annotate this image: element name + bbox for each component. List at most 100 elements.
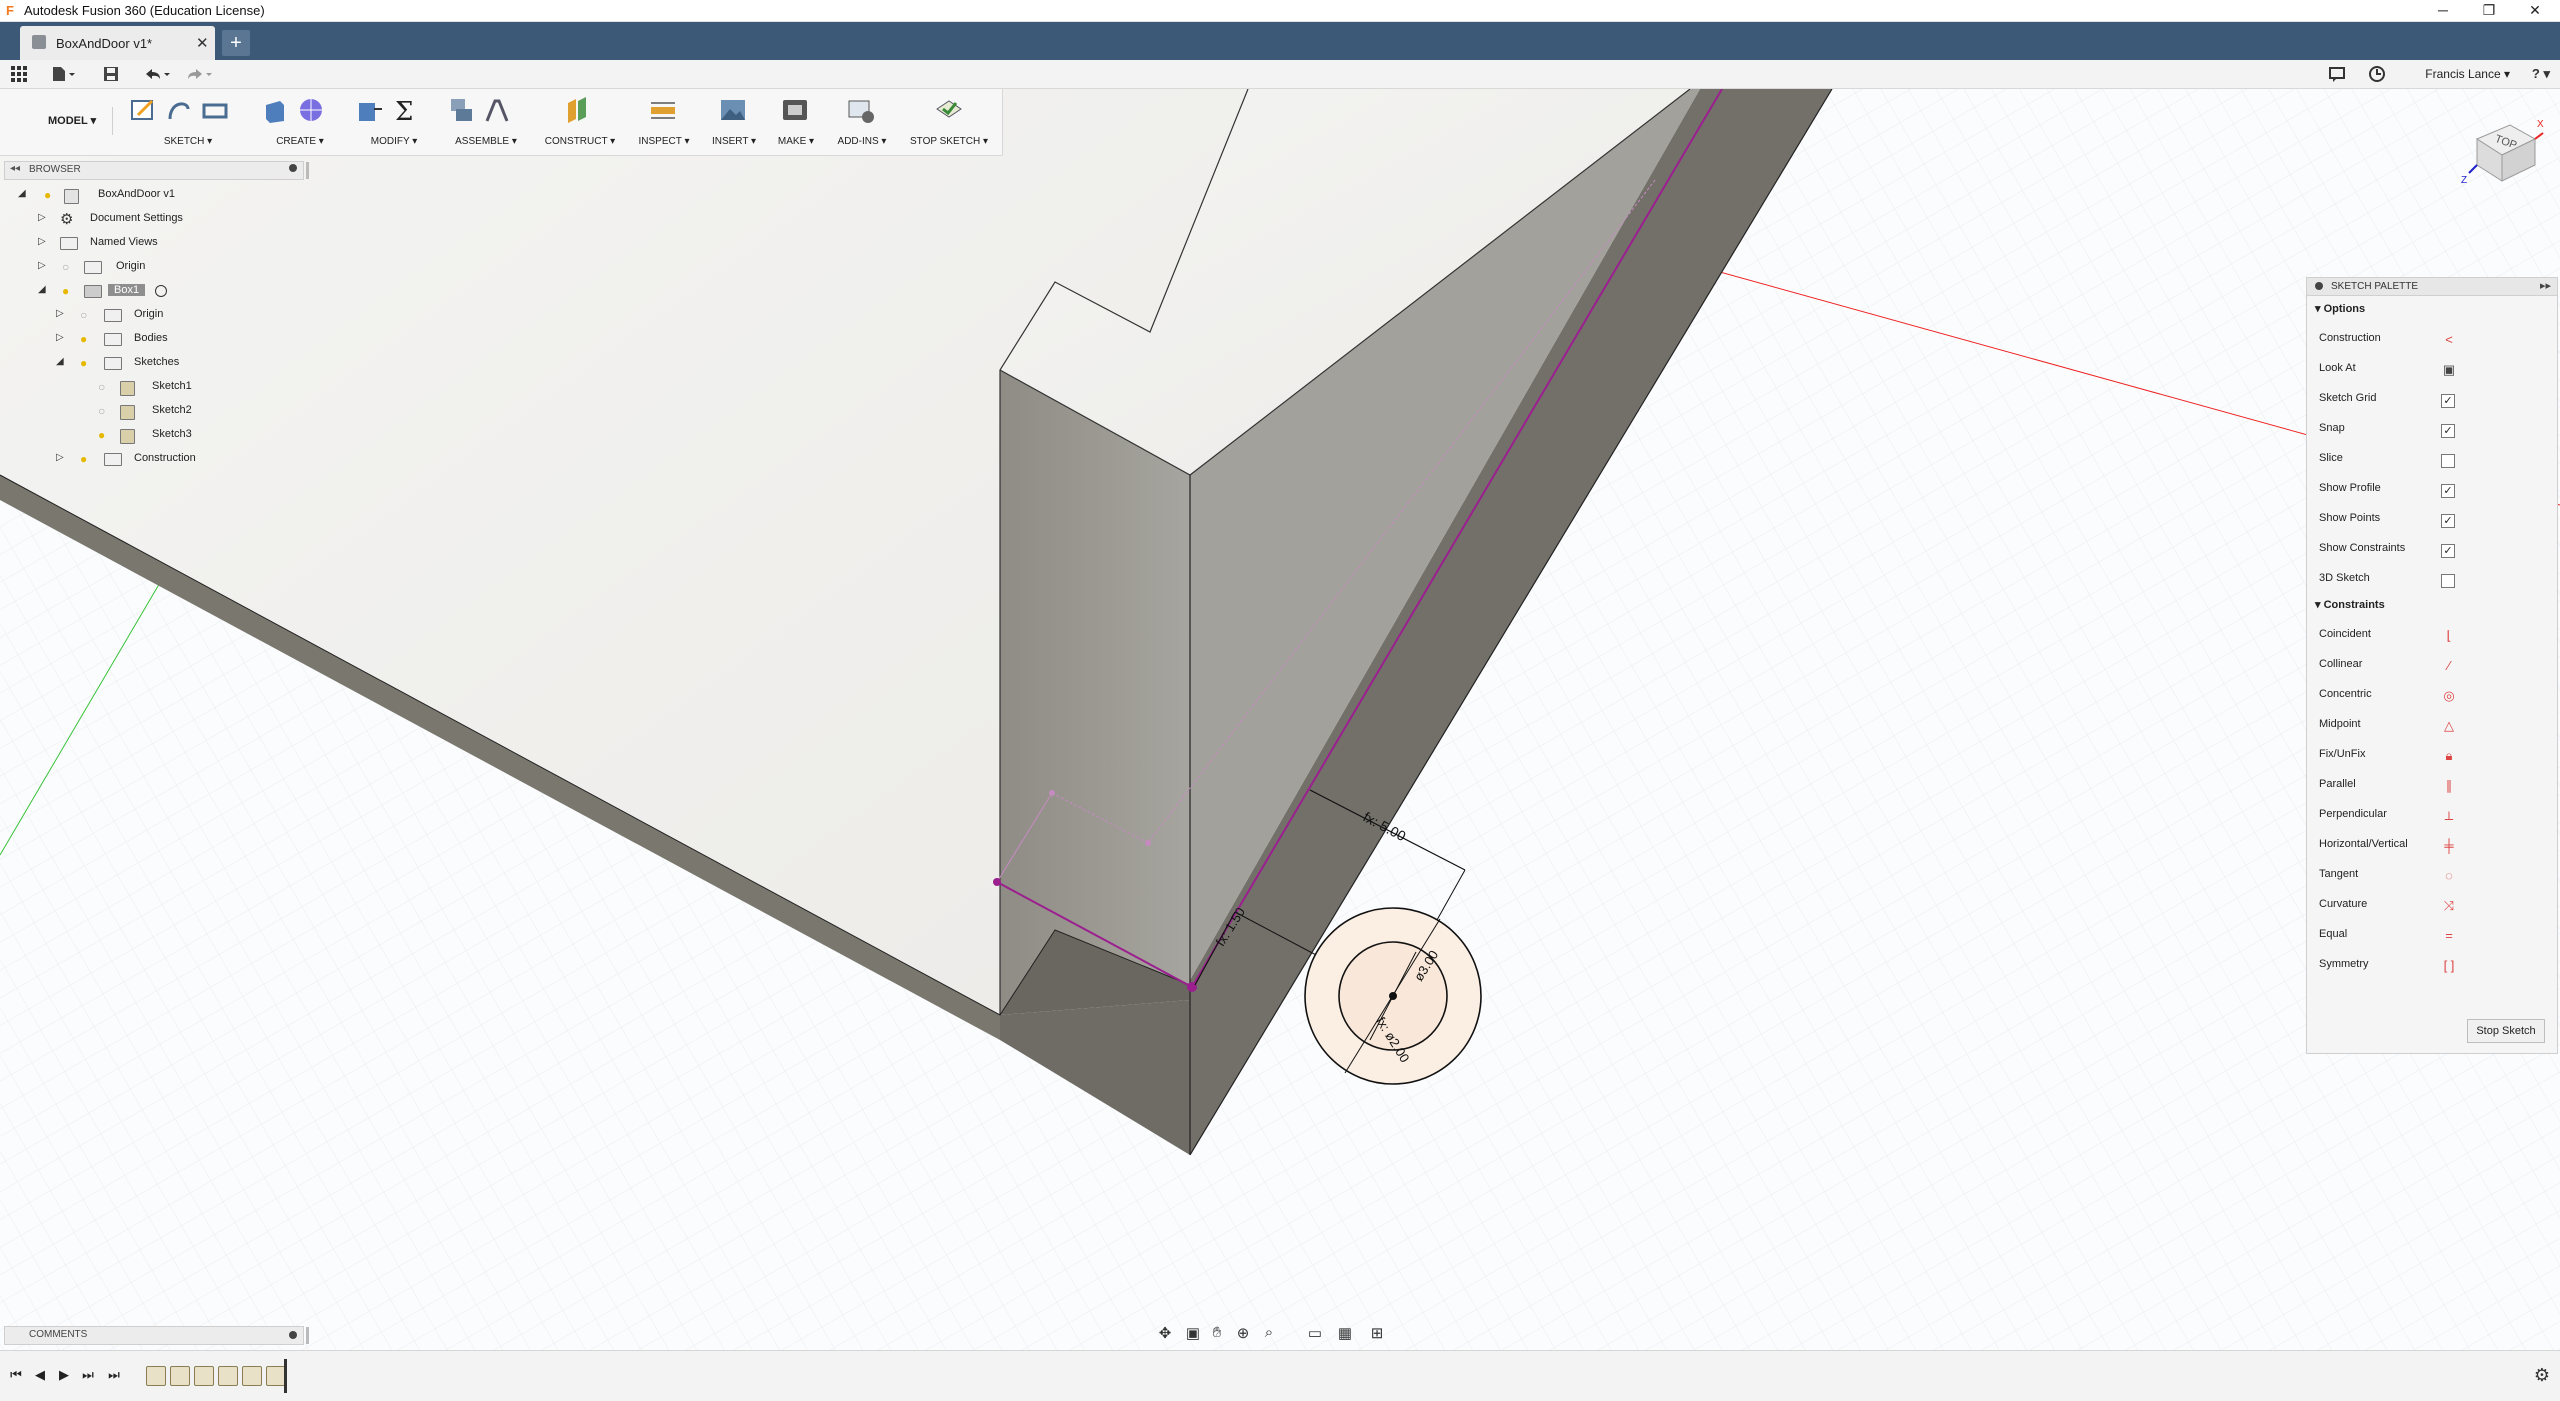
expand-triangle-icon[interactable]: ▷	[38, 236, 46, 247]
coincident-icon[interactable]: ⌊	[2441, 628, 2457, 644]
option-show-profile[interactable]: Show Profile ✓	[2319, 482, 2539, 500]
workspace-switcher[interactable]: MODEL ▾	[12, 107, 113, 135]
step-forward-icon[interactable]: ⏭	[80, 1367, 96, 1385]
tree-item-bodies[interactable]: ▷ ● Bodies	[0, 328, 300, 350]
curvature-icon[interactable]: ⤨	[2441, 898, 2457, 914]
finish-sketch-icon[interactable]	[934, 95, 964, 125]
clock-icon[interactable]	[2368, 65, 2386, 83]
pin-icon[interactable]	[289, 1331, 297, 1339]
insert-menu[interactable]: INSERT ▾	[704, 136, 764, 147]
tree-item-box1[interactable]: ◢ ● Box1	[0, 280, 300, 302]
constraint-equal[interactable]: Equal =	[2319, 928, 2539, 946]
job-status-icon[interactable]	[2328, 65, 2346, 83]
expand-triangle-icon[interactable]: ▷	[56, 308, 64, 319]
constraint-fix-unfix[interactable]: Fix/UnFix 🔒︎	[2319, 748, 2539, 766]
visibility-bulb-icon[interactable]: ●	[62, 284, 72, 298]
press-pull-icon[interactable]	[354, 95, 384, 125]
panel-resize-handle[interactable]	[306, 162, 309, 179]
tree-item-origin-sub[interactable]: ▷ ○ Origin	[0, 304, 300, 326]
constraint-horizontal-vertical[interactable]: Horizontal/Vertical ╪	[2319, 838, 2539, 856]
constraint-concentric[interactable]: Concentric ◎	[2319, 688, 2539, 706]
help-menu[interactable]: ? ▾	[2532, 66, 2550, 82]
sketch-menu[interactable]: SKETCH ▾	[128, 136, 248, 147]
modify-group[interactable]: Σ MODIFY ▾	[354, 93, 434, 151]
equal-icon[interactable]: =	[2441, 928, 2457, 944]
visibility-bulb-icon[interactable]: ●	[80, 452, 90, 466]
tree-item-document-settings[interactable]: ▷ ⚙ Document Settings	[0, 208, 300, 230]
stop-sketch-group[interactable]: STOP SKETCH ▾	[902, 93, 996, 151]
timeline-feature-item[interactable]	[170, 1366, 190, 1386]
pin-icon[interactable]	[289, 164, 297, 172]
visibility-bulb-icon[interactable]: ●	[80, 356, 90, 370]
constraint-parallel[interactable]: Parallel ∥	[2319, 778, 2539, 796]
timeline-feature-item[interactable]	[194, 1366, 214, 1386]
restore-button[interactable]: ❐	[2466, 0, 2512, 21]
option-snap[interactable]: Snap ✓	[2319, 422, 2539, 440]
option-look-at[interactable]: Look At ▣	[2319, 362, 2539, 380]
constraint-symmetry[interactable]: Symmetry [ ]	[2319, 958, 2539, 976]
inspect-group[interactable]: INSPECT ▾	[632, 93, 696, 151]
tree-item-root[interactable]: ◢ ● BoxAndDoor v1	[0, 184, 300, 206]
sketch-palette-header[interactable]: SKETCH PALETTE ▸▸	[2307, 278, 2557, 296]
expand-triangle-icon[interactable]: ◢	[18, 188, 26, 199]
concentric-icon[interactable]: ◎	[2441, 688, 2457, 704]
constraint-tangent[interactable]: Tangent ◌	[2319, 868, 2539, 886]
redo-icon[interactable]	[184, 65, 214, 83]
look-at-icon[interactable]: ▣	[2441, 362, 2457, 378]
minimize-button[interactable]: ─	[2420, 0, 2466, 21]
timeline-marker[interactable]	[284, 1359, 287, 1393]
visibility-bulb-icon[interactable]: ●	[44, 188, 54, 202]
make-group[interactable]: MAKE ▾	[768, 93, 824, 151]
visibility-bulb-icon[interactable]: ○	[62, 260, 72, 274]
timeline-settings-gear-icon[interactable]: ⚙	[2534, 1365, 2550, 1386]
close-tab-button[interactable]: ✕	[196, 34, 209, 52]
document-tab[interactable]: BoxAndDoor v1* ✕	[20, 26, 215, 60]
stop-sketch-menu[interactable]: STOP SKETCH ▾	[902, 136, 996, 147]
slice-checkbox[interactable]	[2441, 454, 2455, 468]
zoom-icon[interactable]: ⊕	[1232, 1324, 1254, 1344]
3d-viewport[interactable]: fx: 5.00 fx: 1.50 ø3.00 fx: ø2.00 TOP X …	[0, 89, 2560, 1350]
add-ins-menu[interactable]: ADD-INS ▾	[830, 136, 894, 147]
timeline-feature-item[interactable]	[218, 1366, 238, 1386]
visibility-bulb-icon[interactable]: ○	[98, 404, 108, 418]
stop-sketch-button[interactable]: Stop Sketch	[2467, 1019, 2545, 1043]
option-3d-sketch[interactable]: 3D Sketch	[2319, 572, 2539, 590]
save-icon[interactable]	[102, 65, 120, 83]
modify-menu[interactable]: MODIFY ▾	[354, 136, 434, 147]
create-menu[interactable]: CREATE ▾	[260, 136, 340, 147]
tree-item-sketch1[interactable]: ○ Sketch1	[0, 376, 300, 398]
expand-palette-icon[interactable]: ▸▸	[2540, 279, 2551, 292]
inspect-menu[interactable]: INSPECT ▾	[632, 136, 696, 147]
3d-print-icon[interactable]	[780, 95, 810, 125]
create-sketch-icon[interactable]	[128, 95, 158, 125]
lock-icon[interactable]: 🔒︎	[2441, 748, 2457, 764]
measure-icon[interactable]	[648, 95, 678, 125]
viewports-icon[interactable]: ⊞	[1366, 1324, 1388, 1344]
go-to-end-icon[interactable]: ⏭	[106, 1367, 122, 1385]
timeline-feature-item[interactable]	[242, 1366, 262, 1386]
timeline-feature-item[interactable]	[266, 1366, 286, 1386]
step-back-icon[interactable]: ◀	[32, 1367, 48, 1385]
show-points-checkbox[interactable]: ✓	[2441, 514, 2455, 528]
visibility-bulb-icon[interactable]: ○	[80, 308, 90, 322]
midpoint-icon[interactable]: △	[2441, 718, 2457, 734]
constraint-curvature[interactable]: Curvature ⤨	[2319, 898, 2539, 916]
model-canvas[interactable]: fx: 5.00 fx: 1.50 ø3.00 fx: ø2.00	[0, 89, 2560, 1350]
orbit-icon[interactable]: ✥	[1154, 1324, 1176, 1344]
extrude-icon[interactable]	[260, 95, 290, 125]
expand-triangle-icon[interactable]: ▷	[38, 212, 46, 223]
constraint-coincident[interactable]: Coincident ⌊	[2319, 628, 2539, 646]
perpendicular-icon[interactable]: ⟂	[2441, 808, 2457, 824]
new-tab-button[interactable]: +	[222, 30, 250, 56]
display-settings-icon[interactable]: ▭	[1304, 1324, 1326, 1344]
tree-item-named-views[interactable]: ▷ Named Views	[0, 232, 300, 254]
constraint-collinear[interactable]: Collinear ⁄	[2319, 658, 2539, 676]
option-show-constraints[interactable]: Show Constraints ✓	[2319, 542, 2539, 560]
user-account-menu[interactable]: Francis Lance ▾	[2425, 67, 2510, 81]
view-cube[interactable]: TOP X Z	[2455, 109, 2545, 199]
expand-triangle-icon[interactable]: ◢	[38, 284, 46, 295]
panel-resize-handle[interactable]	[306, 1327, 309, 1344]
snap-checkbox[interactable]: ✓	[2441, 424, 2455, 438]
option-construction[interactable]: Construction <	[2319, 332, 2539, 350]
visibility-bulb-icon[interactable]: ○	[98, 380, 108, 394]
